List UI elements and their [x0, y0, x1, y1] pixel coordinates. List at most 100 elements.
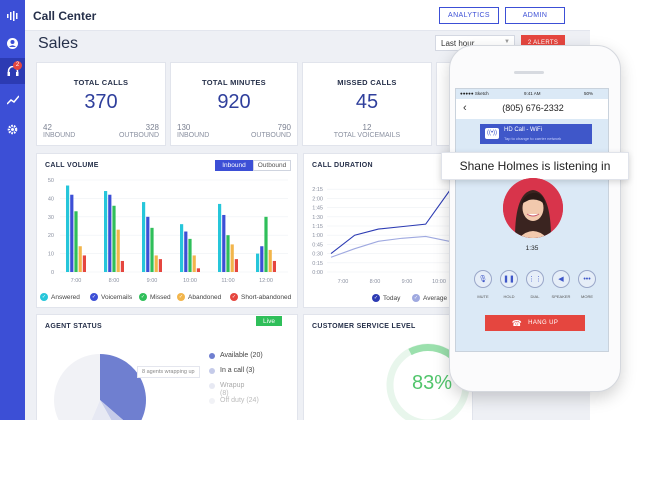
y-tick-label: 0:45	[312, 242, 323, 248]
bar	[226, 235, 230, 272]
stat-card-total-calls: TOTAL CALLS 370 42 INBOUND 328 OUTBOUND	[36, 62, 166, 146]
legend-label: Short-abandoned	[241, 293, 292, 301]
legend-label: Answered	[51, 293, 80, 301]
sidebar: 2	[0, 0, 25, 420]
sidebar-item-profile[interactable]	[0, 30, 25, 56]
bar	[234, 259, 238, 272]
speaker-button[interactable]: ◀	[552, 270, 570, 288]
bar	[192, 255, 196, 272]
more-icon: •••	[583, 275, 591, 283]
call-header: ‹ (805) 676-2332	[456, 99, 608, 119]
bar	[142, 202, 146, 272]
y-tick-label: 0:00	[312, 270, 323, 276]
check-icon: ✓	[40, 293, 48, 301]
bar	[158, 259, 162, 272]
bar	[108, 194, 112, 272]
sidebar-item-calls[interactable]: 2	[0, 58, 25, 84]
stat-value: 370	[84, 91, 118, 113]
service-level-value: 83%	[412, 372, 453, 394]
stat-voicemails: 12 TOTAL VOICEMAILS	[333, 123, 401, 140]
keypad-icon: ⋮⋮	[528, 276, 542, 283]
analytics-button[interactable]: ANALYTICS	[439, 7, 499, 24]
bar	[264, 216, 268, 272]
bar	[116, 229, 120, 272]
stat-label: MISSED CALLS	[337, 78, 397, 87]
hd-call-subtitle: Tap to change to carrier network	[504, 136, 562, 141]
x-tick-label: 8:00	[370, 279, 381, 285]
call-timer: 1:35	[525, 245, 539, 252]
speaker-icon: ◀	[558, 276, 564, 283]
pause-icon: ❚❚	[503, 276, 515, 283]
y-tick-label: 2:00	[312, 196, 323, 202]
more-button[interactable]: •••	[578, 270, 596, 288]
check-icon: ✓	[139, 293, 147, 301]
waveform-icon	[6, 11, 17, 21]
trend-icon	[6, 95, 19, 105]
y-tick-label: 0:15	[312, 261, 323, 267]
mute-button[interactable]: 🎙	[474, 270, 492, 288]
carrier: ●●●●● Sketch	[460, 91, 489, 96]
y-tick-label: 20	[48, 233, 54, 239]
y-tick-label: 1:00	[312, 233, 323, 239]
hang-up-button[interactable]: ☎ HANG UP	[485, 315, 585, 331]
hd-call-banner[interactable]: ((•)) HD Call - WiFi Tap to change to ca…	[480, 124, 592, 144]
sidebar-item-reports[interactable]	[0, 87, 25, 113]
y-tick-label: 10	[48, 252, 54, 258]
mute-label: MUTE	[477, 294, 489, 299]
more-label: MORE	[581, 294, 593, 299]
legend-item[interactable]: ✓ Voicemails	[90, 293, 132, 301]
stat-inbound: 42 INBOUND	[43, 123, 76, 140]
x-tick-label: 8:00	[109, 278, 120, 284]
hold-button[interactable]: ❚❚	[500, 270, 518, 288]
legend-label: Missed	[150, 293, 171, 301]
y-tick-label: 40	[48, 196, 54, 202]
pie-slice	[54, 354, 100, 420]
bar	[180, 224, 184, 272]
check-icon: ✓	[412, 294, 420, 302]
gear-icon	[7, 124, 18, 134]
stat-inbound: 130 INBOUND	[177, 123, 210, 140]
legend-item[interactable]: ✓ Abandoned	[177, 293, 221, 301]
user-icon	[7, 37, 18, 49]
bar	[112, 205, 116, 272]
x-tick-label: 12:00	[259, 278, 273, 284]
legend-item[interactable]: ✓ Missed	[139, 293, 171, 301]
x-tick-label: 9:00	[402, 279, 413, 285]
hang-up-icon: ☎	[511, 318, 523, 328]
sidebar-item-settings[interactable]	[0, 116, 25, 142]
bar	[70, 194, 74, 272]
caller-photo	[503, 178, 563, 238]
bar	[150, 227, 154, 272]
legend-item[interactable]: ✓ Answered	[40, 293, 80, 301]
bar	[120, 260, 124, 272]
legend-average: ✓ Average (l	[412, 294, 453, 302]
phone-time: 9:41 AM	[524, 91, 541, 96]
x-tick-label: 9:00	[147, 278, 158, 284]
bar	[188, 238, 192, 272]
y-tick-label: 1:30	[312, 215, 323, 221]
legend-item[interactable]: ✓ Short-abandoned	[230, 293, 291, 301]
sidebar-item-home[interactable]	[0, 3, 25, 29]
y-tick-label: 30	[48, 215, 54, 221]
y-tick-label: 50	[48, 178, 54, 184]
bar	[146, 216, 150, 272]
y-tick-label: 0	[51, 270, 54, 276]
app-title: Call Center	[33, 9, 97, 23]
x-tick-label: 10:00	[183, 278, 197, 284]
phone-number: (805) 676-2332	[502, 103, 564, 113]
admin-button[interactable]: ADMIN	[505, 7, 565, 24]
bar	[218, 203, 222, 272]
y-tick-label: 1:45	[312, 206, 323, 212]
agent-legend-wrapup: Wrapup	[209, 382, 244, 389]
live-badge: Live	[256, 316, 282, 326]
agent-status-chart	[54, 354, 146, 420]
notification-badge: 2	[13, 61, 22, 70]
bar	[66, 185, 70, 272]
dial-button[interactable]: ⋮⋮	[526, 270, 544, 288]
y-tick-label: 0:30	[312, 252, 323, 258]
bar	[222, 214, 226, 272]
card-title: CALL DURATION	[312, 162, 373, 169]
x-tick-label: 10:00	[432, 279, 446, 285]
legend-dot	[209, 382, 215, 389]
battery-level: 50%	[584, 91, 594, 96]
